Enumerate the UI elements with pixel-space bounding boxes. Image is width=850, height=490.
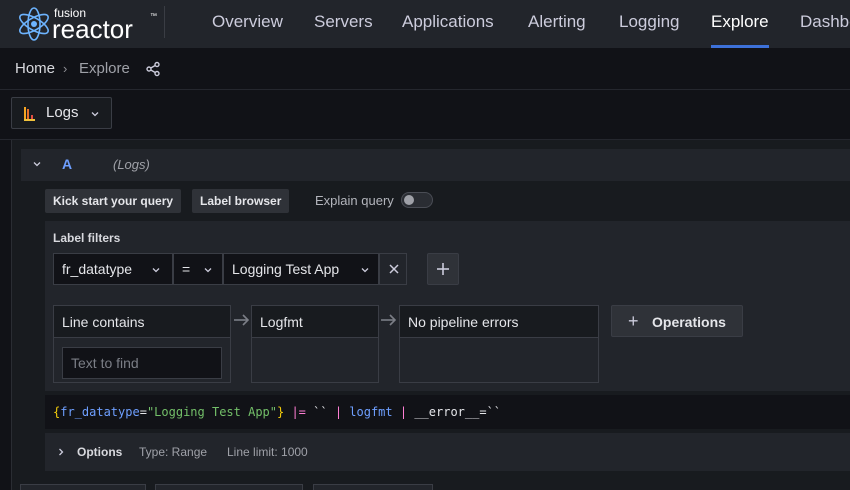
bottom-toolbar: [0, 484, 850, 490]
nav-servers[interactable]: Servers: [314, 0, 373, 48]
nav-dashboards[interactable]: Dashbo: [800, 0, 850, 48]
label-filters-title: Label filters: [53, 231, 121, 245]
arrow-right-icon: [234, 314, 250, 326]
arrow-right-icon: [381, 314, 397, 326]
svg-text:reactor: reactor: [52, 14, 133, 44]
add-operation-button[interactable]: + Operations: [611, 305, 743, 337]
operation-header[interactable]: Logfmt: [252, 306, 378, 338]
chevron-down-icon: [204, 268, 212, 273]
operation-line-contains: Line contains: [53, 305, 231, 383]
chevron-down-icon: [91, 112, 99, 117]
datasource-label: Logs: [46, 104, 79, 121]
top-nav: fusion reactor ™ Overview Servers Applic…: [0, 0, 850, 48]
value-select[interactable]: Logging Test App: [223, 253, 379, 285]
nav-explore[interactable]: Explore: [711, 0, 769, 48]
text-to-find-input[interactable]: [62, 347, 222, 379]
bottom-button[interactable]: [155, 484, 303, 490]
query-builder: Label filters fr_datatype = Logging Test…: [45, 221, 850, 391]
query-header[interactable]: A (Logs): [21, 149, 850, 181]
query-panel: A (Logs) Kick start your query Label bro…: [11, 140, 850, 490]
raw-query: {fr_datatype="Logging Test App"} |= `` |…: [45, 395, 850, 429]
fusion-reactor-logo[interactable]: fusion reactor ™: [14, 2, 164, 46]
datasource-bar: Logs: [0, 90, 850, 140]
loki-logs-icon: [24, 107, 35, 121]
bottom-button[interactable]: [20, 484, 146, 490]
kick-start-button[interactable]: Kick start your query: [45, 189, 182, 213]
nav-overview[interactable]: Overview: [212, 0, 283, 48]
chevron-down-icon[interactable]: [33, 160, 41, 168]
chevron-right-icon: [59, 448, 64, 456]
options-label: Options: [77, 445, 123, 459]
operator-select[interactable]: =: [173, 253, 223, 285]
datasource-picker[interactable]: Logs: [11, 97, 112, 129]
breadcrumb-home[interactable]: Home: [15, 60, 55, 77]
chevron-down-icon: [361, 268, 369, 273]
nav-applications[interactable]: Applications: [402, 0, 494, 48]
operation-logfmt: Logfmt: [251, 305, 379, 383]
raw-query-text: {fr_datatype="Logging Test App"} |= `` |…: [53, 405, 502, 419]
share-icon[interactable]: [145, 61, 161, 77]
add-filter-button[interactable]: [427, 253, 459, 285]
nav-logging[interactable]: Logging: [619, 0, 680, 48]
plus-icon: +: [628, 311, 639, 331]
explain-query-label: Explain query: [315, 193, 394, 208]
breadcrumb: Home › Explore: [0, 48, 850, 90]
operation-header[interactable]: Line contains: [54, 306, 230, 338]
query-options[interactable]: Options Type: Range Line limit: 1000: [45, 433, 850, 471]
nav-alerting[interactable]: Alerting: [528, 0, 586, 48]
close-icon: [389, 264, 399, 274]
query-editor: Kick start your query Label browser Expl…: [45, 181, 850, 490]
remove-filter-button[interactable]: [379, 253, 407, 285]
query-datasource-name: (Logs): [113, 157, 150, 172]
query-ref-id[interactable]: A: [62, 156, 72, 172]
options-type: Type: Range: [139, 445, 208, 459]
toggle-knob: [404, 195, 414, 205]
svg-text:™: ™: [150, 13, 157, 20]
plus-icon: [437, 263, 449, 275]
bottom-button[interactable]: [313, 484, 433, 490]
breadcrumb-separator: ›: [63, 61, 68, 76]
breadcrumb-current: Explore: [79, 60, 130, 77]
operation-header[interactable]: No pipeline errors: [400, 306, 598, 338]
options-line-limit: Line limit: 1000: [227, 445, 308, 459]
logo-divider: [164, 6, 165, 38]
explain-query-toggle[interactable]: [401, 192, 433, 208]
label-browser-button[interactable]: Label browser: [192, 189, 290, 213]
operation-no-pipeline-errors: No pipeline errors: [399, 305, 599, 383]
label-select[interactable]: fr_datatype: [53, 253, 173, 285]
chevron-down-icon: [152, 268, 160, 273]
